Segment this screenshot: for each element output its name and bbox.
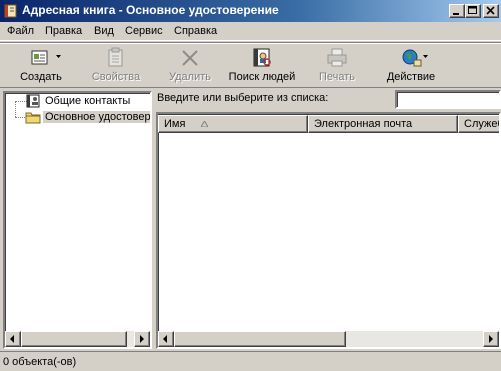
folder-icon xyxy=(25,110,41,124)
scroll-thumb[interactable] xyxy=(174,331,346,347)
search-label: Введите или выберите из списка: xyxy=(157,92,329,104)
shared-contacts-icon xyxy=(25,94,41,108)
create-button[interactable]: Создать xyxy=(8,45,74,87)
column-header-work-phone[interactable]: Служебный телефон xyxy=(458,115,499,133)
sort-ascending-icon xyxy=(201,121,208,127)
arrow-right-icon xyxy=(140,335,144,343)
list-horizontal-scrollbar[interactable] xyxy=(158,331,499,347)
window-title: Адресная книга - Основное удостоверение xyxy=(22,3,279,17)
close-button[interactable] xyxy=(483,4,499,18)
tree-connector xyxy=(15,101,16,117)
column-header-email[interactable]: Электронная почта xyxy=(308,115,458,133)
column-phone-label: Служебный телефон xyxy=(464,118,499,130)
new-contact-icon xyxy=(29,47,53,69)
tree-horizontal-scrollbar[interactable] xyxy=(5,331,150,347)
menu-view[interactable]: Вид xyxy=(94,25,114,37)
properties-icon xyxy=(104,47,128,69)
menu-edit[interactable]: Правка xyxy=(45,25,82,37)
folder-tree: Общие контакты Основное удостоверение xyxy=(3,91,152,349)
find-people-icon xyxy=(250,47,274,69)
print-label: Печать xyxy=(318,71,356,83)
address-book-window: Адресная книга - Основное удостоверение … xyxy=(0,0,501,371)
scroll-right-button[interactable] xyxy=(483,331,499,347)
delete-icon xyxy=(178,47,202,69)
address-book-icon xyxy=(3,3,19,19)
scroll-thumb[interactable] xyxy=(21,331,127,347)
menu-file[interactable]: Файл xyxy=(7,25,34,37)
properties-label: Свойства xyxy=(91,71,141,83)
scroll-left-button[interactable] xyxy=(158,331,174,347)
delete-button[interactable]: Удалить xyxy=(160,45,220,87)
find-people-label: Поиск людей xyxy=(228,71,296,83)
column-email-label: Электронная почта xyxy=(314,118,413,130)
menu-bar: Файл Правка Вид Сервис Справка xyxy=(0,22,501,41)
column-header-name[interactable]: Имя xyxy=(158,115,308,133)
maximize-button[interactable] xyxy=(465,4,481,18)
toolbar: Создать Свойства Удалить Поиск людей Печ… xyxy=(0,42,501,88)
chevron-down-icon xyxy=(423,55,428,58)
contacts-list[interactable]: Имя Электронная почта Служебный телефон xyxy=(156,112,501,349)
status-bar: 0 объекта(-ов) xyxy=(0,351,501,371)
create-label: Создать xyxy=(20,71,62,83)
properties-button[interactable]: Свойства xyxy=(84,45,148,87)
scroll-right-button[interactable] xyxy=(134,331,150,347)
chevron-down-icon xyxy=(56,55,61,58)
arrow-right-icon xyxy=(489,335,493,343)
tree-item-label: Основное удостоверение xyxy=(43,111,150,123)
arrow-left-icon xyxy=(10,335,14,343)
search-input[interactable] xyxy=(395,90,501,109)
tree-item-label: Общие контакты xyxy=(45,95,131,107)
minimize-button[interactable] xyxy=(449,4,465,18)
scroll-left-button[interactable] xyxy=(5,331,21,347)
print-icon xyxy=(325,47,349,69)
title-bar[interactable]: Адресная книга - Основное удостоверение xyxy=(0,0,501,22)
find-people-button[interactable]: Поиск людей xyxy=(225,45,299,87)
print-button[interactable]: Печать xyxy=(311,45,363,87)
delete-label: Удалить xyxy=(169,71,211,83)
action-button[interactable]: Действие xyxy=(380,45,442,87)
action-label: Действие xyxy=(386,71,436,83)
menu-tools[interactable]: Сервис xyxy=(125,25,163,37)
action-icon xyxy=(399,47,423,69)
status-text: 0 объекта(-ов) xyxy=(3,356,77,368)
arrow-left-icon xyxy=(163,335,167,343)
menu-help[interactable]: Справка xyxy=(174,25,217,37)
column-name-label: Имя xyxy=(164,118,186,130)
